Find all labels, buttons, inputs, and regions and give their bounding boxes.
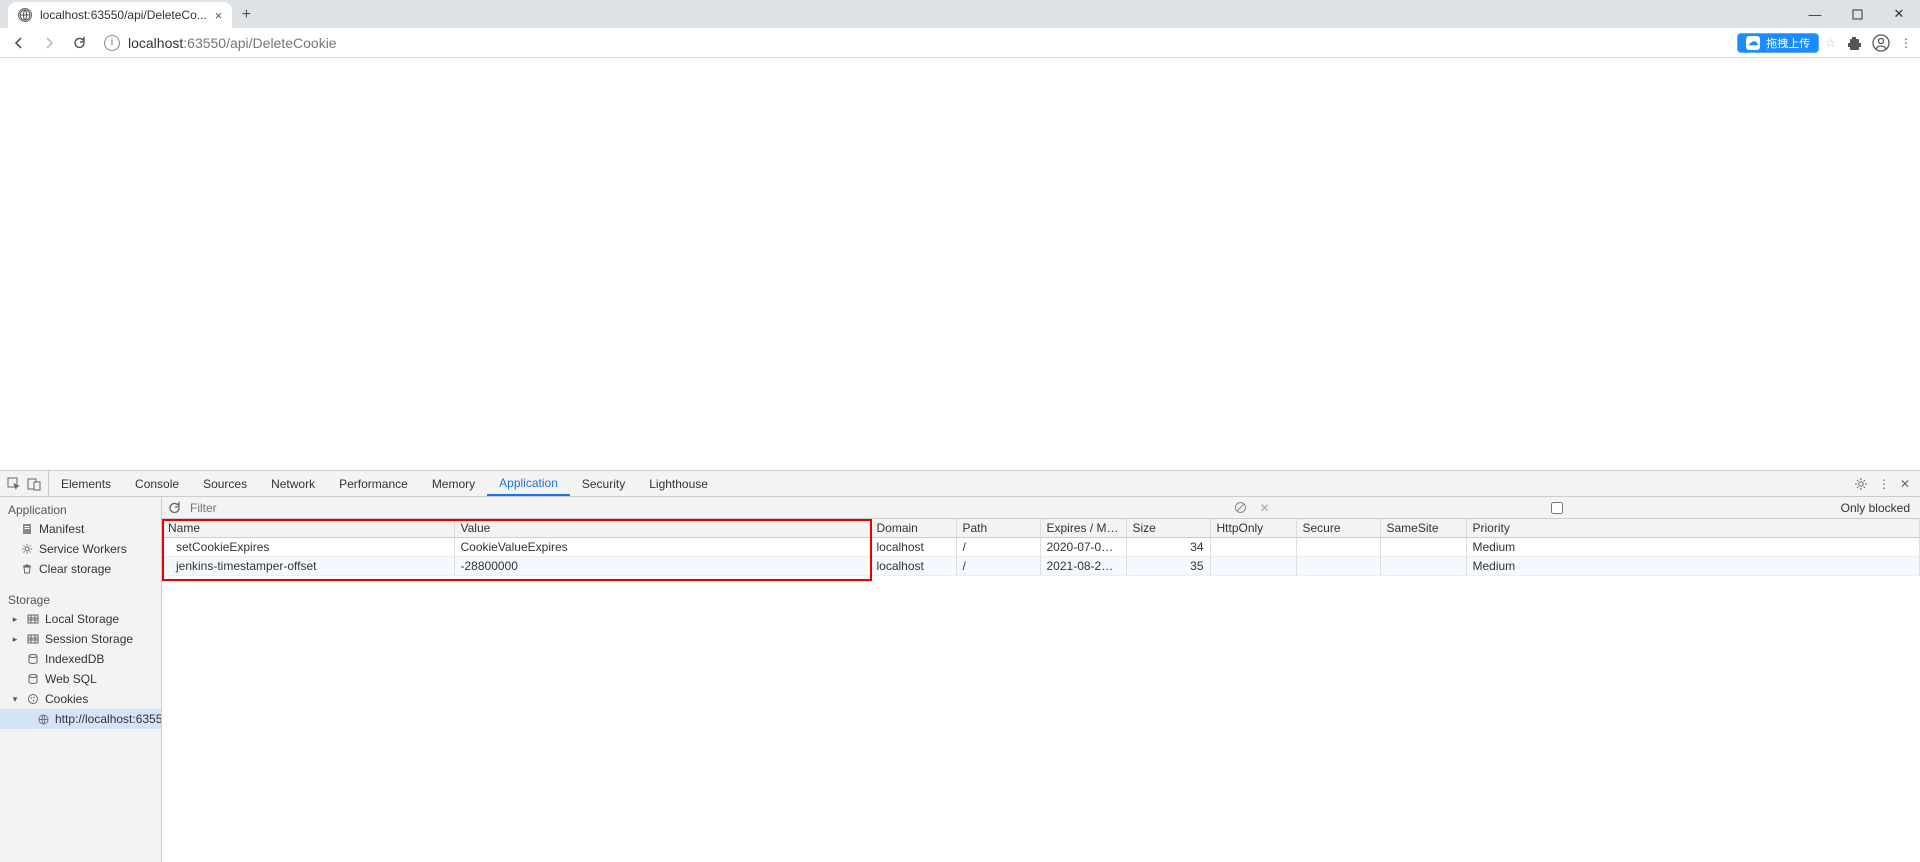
clear-all-icon[interactable] <box>1229 501 1253 514</box>
sidebar-item-web-sql[interactable]: Web SQL <box>0 669 161 689</box>
trash-icon <box>20 563 33 575</box>
globe-icon <box>18 8 32 22</box>
devtools-settings-icon[interactable] <box>1854 477 1868 491</box>
col-httponly[interactable]: HttpOnly <box>1210 519 1296 538</box>
devtools-tab-elements[interactable]: Elements <box>49 471 123 496</box>
cloud-icon: ☁ <box>1746 36 1760 50</box>
col-expires-max-a-[interactable]: Expires / Max-A... <box>1040 519 1126 538</box>
devtools-main: ✕ Only blocked NameValueDomainPathExpire… <box>162 497 1920 862</box>
col-name[interactable]: Name <box>162 519 454 538</box>
db-icon <box>26 653 39 665</box>
sidebar-item-indexeddb[interactable]: IndexedDB <box>0 649 161 669</box>
address-bar-right: ☁ 拖拽上传 ☆ ⋮ <box>1737 33 1912 53</box>
col-domain[interactable]: Domain <box>870 519 956 538</box>
sidebar-section-storage: Storage <box>0 587 161 609</box>
col-priority[interactable]: Priority <box>1466 519 1920 538</box>
devtools-tab-bar: ElementsConsoleSourcesNetworkPerformance… <box>0 471 1920 497</box>
devtools-more-icon[interactable]: ⋮ <box>1878 477 1890 491</box>
cookies-toolbar: ✕ Only blocked <box>162 497 1920 519</box>
reload-button[interactable] <box>68 32 90 54</box>
sidebar-item-manifest[interactable]: Manifest <box>0 519 161 539</box>
address-bar: i localhost:63550/api/DeleteCookie ☁ 拖拽上… <box>0 28 1920 58</box>
origin-icon <box>38 714 49 725</box>
col-value[interactable]: Value <box>454 519 870 538</box>
table-row[interactable]: setCookieExpiresCookieValueExpireslocalh… <box>162 538 1920 557</box>
extensions-icon[interactable] <box>1846 35 1862 51</box>
page-content <box>0 58 1920 470</box>
maximize-button[interactable] <box>1836 0 1878 28</box>
tree-toggle-icon[interactable]: ▸ <box>10 614 20 625</box>
url-path: :63550/api/DeleteCookie <box>183 35 336 51</box>
inspect-element-icon[interactable] <box>6 476 22 492</box>
devtools: ElementsConsoleSourcesNetworkPerformance… <box>0 470 1920 862</box>
pill-label: 拖拽上传 <box>1766 35 1810 51</box>
favorite-icon[interactable]: ☆ <box>1825 36 1836 50</box>
sidebar-item-cookies[interactable]: ▾Cookies <box>0 689 161 709</box>
sidebar-item-clear-storage[interactable]: Clear storage <box>0 559 161 579</box>
col-samesite[interactable]: SameSite <box>1380 519 1466 538</box>
close-window-button[interactable]: ✕ <box>1878 0 1920 28</box>
url-box[interactable]: i localhost:63550/api/DeleteCookie <box>98 35 1729 51</box>
table-row[interactable]: jenkins-timestamper-offset-28800000local… <box>162 557 1920 576</box>
device-toolbar-icon[interactable] <box>26 476 42 492</box>
tree-toggle-icon[interactable]: ▾ <box>10 694 20 705</box>
devtools-tab-network[interactable]: Network <box>259 471 327 496</box>
back-button[interactable] <box>8 32 30 54</box>
profile-icon[interactable] <box>1872 34 1890 52</box>
sidebar-item-session-storage[interactable]: ▸Session Storage <box>0 629 161 649</box>
cookies-table: NameValueDomainPathExpires / Max-A...Siz… <box>162 519 1920 576</box>
tab-title: localhost:63550/api/DeleteCo... <box>40 8 207 22</box>
grid-icon <box>26 633 39 645</box>
db-icon <box>26 673 39 685</box>
sidebar-item-local-storage[interactable]: ▸Local Storage <box>0 609 161 629</box>
sidebar-item-service-workers[interactable]: Service Workers <box>0 539 161 559</box>
gear-icon <box>20 543 33 555</box>
refresh-icon[interactable] <box>162 501 186 514</box>
col-secure[interactable]: Secure <box>1296 519 1380 538</box>
cookie-icon <box>26 693 39 705</box>
browser-tab-bar: localhost:63550/api/DeleteCo... × + — ✕ <box>0 0 1920 28</box>
tree-toggle-icon[interactable]: ▸ <box>10 634 20 645</box>
new-tab-button[interactable]: + <box>232 2 260 28</box>
sidebar-cookie-origin-label: http://localhost:63550 <box>55 712 162 726</box>
site-info-icon[interactable]: i <box>104 35 120 51</box>
devtools-close-icon[interactable]: ✕ <box>1900 477 1910 491</box>
devtools-tab-memory[interactable]: Memory <box>420 471 487 496</box>
devtools-sidebar: Application ManifestService WorkersClear… <box>0 497 162 862</box>
only-blocked-input[interactable] <box>1277 502 1837 514</box>
browser-menu-icon[interactable]: ⋮ <box>1900 36 1912 50</box>
devtools-tab-sources[interactable]: Sources <box>191 471 259 496</box>
window-controls: — ✕ <box>1794 0 1920 28</box>
col-path[interactable]: Path <box>956 519 1040 538</box>
filter-input[interactable] <box>186 499 746 517</box>
only-blocked-label: Only blocked <box>1841 501 1910 515</box>
minimize-button[interactable]: — <box>1794 0 1836 28</box>
sidebar-section-application: Application <box>0 497 161 519</box>
devtools-tab-application[interactable]: Application <box>487 471 570 496</box>
delete-selected-icon[interactable]: ✕ <box>1253 501 1277 515</box>
grid-icon <box>26 613 39 625</box>
upload-pill[interactable]: ☁ 拖拽上传 <box>1737 33 1819 53</box>
url-text: localhost:63550/api/DeleteCookie <box>128 35 337 51</box>
browser-tab[interactable]: localhost:63550/api/DeleteCo... × <box>8 2 232 28</box>
devtools-tab-console[interactable]: Console <box>123 471 191 496</box>
col-size[interactable]: Size <box>1126 519 1210 538</box>
devtools-tab-lighthouse[interactable]: Lighthouse <box>637 471 720 496</box>
manifest-icon <box>20 523 33 535</box>
cookies-grid[interactable]: NameValueDomainPathExpires / Max-A...Siz… <box>162 519 1920 862</box>
devtools-tab-performance[interactable]: Performance <box>327 471 420 496</box>
close-tab-icon[interactable]: × <box>215 8 223 23</box>
only-blocked-checkbox[interactable]: Only blocked <box>1277 501 1920 515</box>
devtools-tab-security[interactable]: Security <box>570 471 637 496</box>
forward-button[interactable] <box>38 32 60 54</box>
sidebar-cookie-origin[interactable]: http://localhost:63550 <box>0 709 161 729</box>
url-host: localhost <box>128 35 183 51</box>
